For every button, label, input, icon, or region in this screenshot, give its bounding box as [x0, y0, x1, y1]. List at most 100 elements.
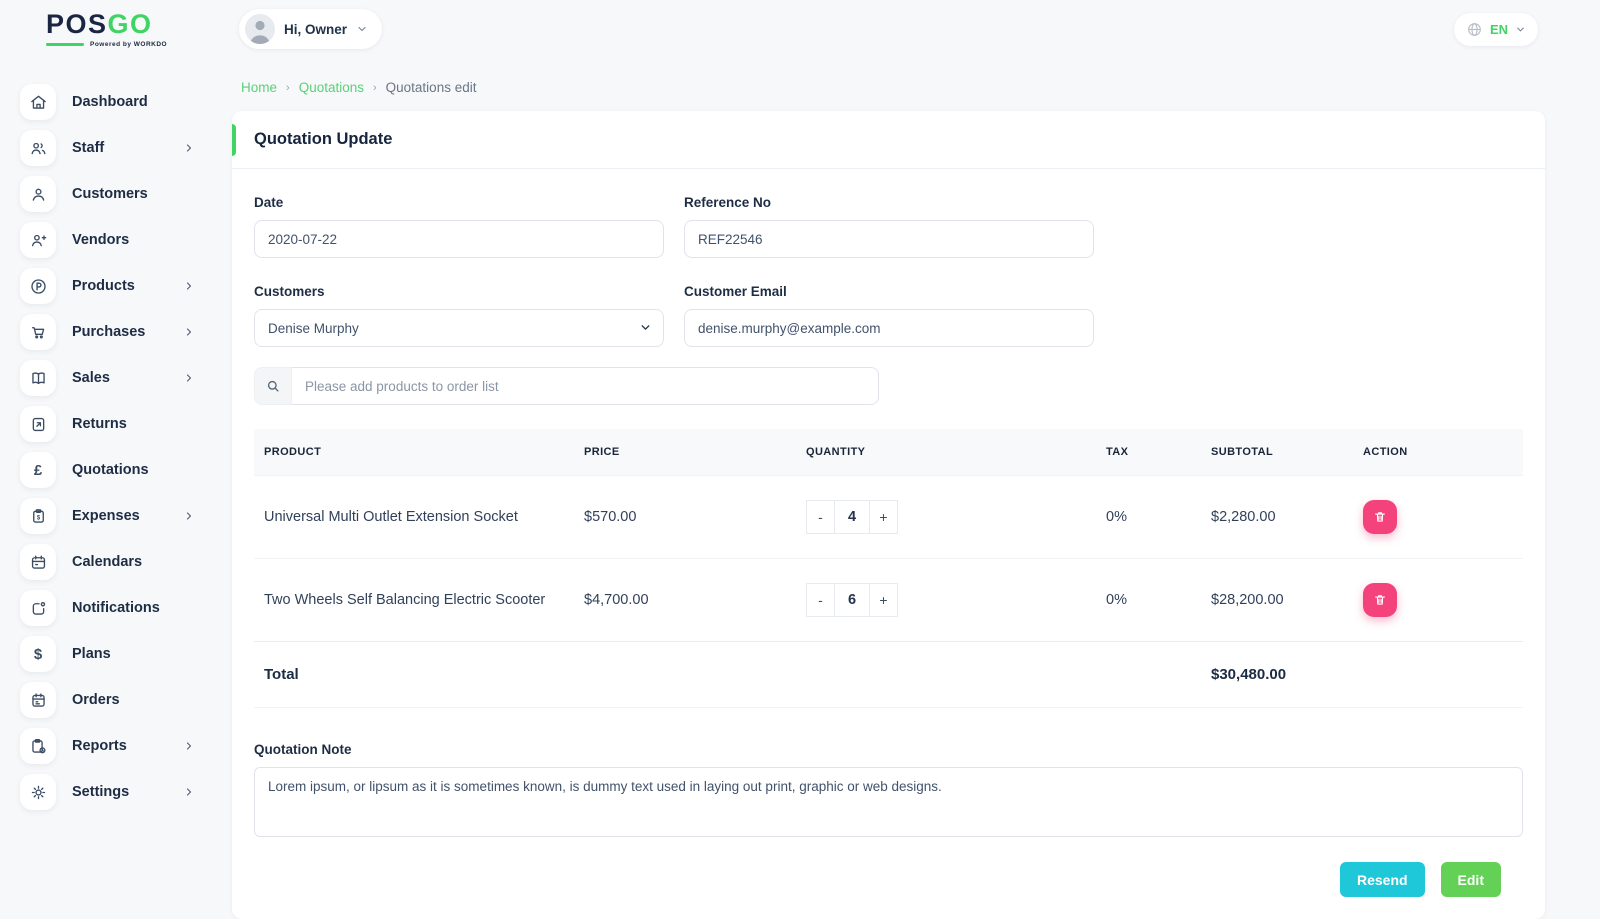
breadcrumb-quotations-link[interactable]: Quotations [299, 80, 364, 95]
quotation-note-textarea[interactable]: Lorem ipsum, or lipsum as it is sometime… [254, 767, 1523, 837]
chevron-down-icon [639, 321, 652, 334]
sidebar-item-quotations[interactable]: £ Quotations [20, 452, 195, 488]
sidebar-item-purchases[interactable]: Purchases [20, 314, 195, 350]
table-row: Two Wheels Self Balancing Electric Scoot… [254, 559, 1523, 642]
sidebar-item-returns[interactable]: Returns [20, 406, 195, 442]
quantity-stepper: - 4 + [806, 500, 898, 534]
sidebar-item-notifications[interactable]: Notifications [20, 590, 195, 626]
svg-text:$: $ [36, 515, 40, 521]
staff-icon [20, 130, 56, 166]
quantity-value[interactable]: 6 [834, 583, 870, 617]
customer-icon [20, 176, 56, 212]
brand-logo[interactable]: POSGO Powered by WORKDO [0, 11, 215, 48]
quotation-form: Date Reference No Customers Denise Murph… [254, 195, 1523, 347]
product-search [254, 367, 879, 405]
email-field-group: Customer Email [684, 284, 1094, 347]
sidebar-item-label: Settings [72, 784, 129, 800]
search-icon [254, 367, 292, 405]
purchases-icon [20, 314, 56, 350]
sidebar-item-customers[interactable]: Customers [20, 176, 195, 212]
sidebar-item-orders[interactable]: Orders [20, 682, 195, 718]
reports-icon [20, 728, 56, 764]
sidebar-item-label: Plans [72, 646, 111, 662]
sidebar-item-label: Reports [72, 738, 127, 754]
quotation-note-section: Quotation Note Lorem ipsum, or lipsum as… [254, 742, 1523, 842]
sidebar-item-vendors[interactable]: Vendors [20, 222, 195, 258]
form-actions: Resend Edit [254, 842, 1523, 897]
quantity-value[interactable]: 4 [834, 500, 870, 534]
breadcrumb-current: Quotations edit [386, 80, 477, 95]
product-icon [20, 268, 56, 304]
quantity-increase-button[interactable]: + [869, 583, 898, 617]
main-content: Home › Quotations › Quotations edit Quot… [215, 58, 1600, 900]
sidebar-item-label: Calendars [72, 554, 142, 570]
sidebar-item-reports[interactable]: Reports [20, 728, 195, 764]
breadcrumb: Home › Quotations › Quotations edit [232, 80, 1545, 95]
returns-icon [20, 406, 56, 442]
quantity-stepper: - 6 + [806, 583, 898, 617]
sidebar-item-label: Products [72, 278, 135, 294]
brand-underline [46, 43, 84, 46]
chevron-right-icon [183, 740, 195, 752]
sidebar-item-label: Vendors [72, 232, 129, 248]
tax-cell: 0% [1096, 476, 1201, 559]
subtotal-cell: $2,280.00 [1201, 476, 1353, 559]
col-header-action: Action [1353, 429, 1523, 476]
quantity-decrease-button[interactable]: - [806, 500, 835, 534]
quotation-note-label: Quotation Note [254, 742, 1523, 757]
sidebar-item-settings[interactable]: Settings [20, 774, 195, 810]
chevron-right-icon [183, 372, 195, 384]
language-selector[interactable]: EN [1454, 13, 1538, 46]
sidebar-item-label: Quotations [72, 462, 149, 478]
chevron-down-icon [356, 23, 368, 35]
delete-row-button[interactable] [1363, 500, 1397, 534]
chevron-down-icon [1515, 24, 1526, 35]
col-header-subtotal: Subtotal [1201, 429, 1353, 476]
gear-icon [20, 774, 56, 810]
user-menu[interactable]: Hi, Owner [239, 9, 382, 49]
delete-row-button[interactable] [1363, 583, 1397, 617]
date-field-group: Date [254, 195, 664, 258]
price-cell: $570.00 [574, 476, 796, 559]
dollar-glyph: $ [34, 647, 42, 662]
tax-cell: 0% [1096, 559, 1201, 642]
customers-select[interactable]: Denise Murphy [254, 309, 664, 347]
language-label: EN [1490, 22, 1508, 37]
sidebar-item-products[interactable]: Products [20, 268, 195, 304]
card-header: Quotation Update [232, 111, 1545, 169]
plans-icon: $ [20, 636, 56, 672]
greeting-label: Hi, Owner [284, 22, 347, 37]
sidebar-item-calendars[interactable]: Calendars [20, 544, 195, 580]
edit-button[interactable]: Edit [1441, 862, 1501, 897]
product-search-input[interactable] [292, 367, 879, 405]
col-header-quantity: Quantity [796, 429, 1096, 476]
calendar-icon [20, 544, 56, 580]
col-header-price: Price [574, 429, 796, 476]
reference-input[interactable] [684, 220, 1094, 258]
date-input[interactable] [254, 220, 664, 258]
sidebar-item-label: Orders [72, 692, 120, 708]
breadcrumb-separator: › [373, 82, 377, 94]
date-label: Date [254, 195, 664, 210]
chevron-right-icon [183, 786, 195, 798]
quantity-decrease-button[interactable]: - [806, 583, 835, 617]
sidebar-item-label: Sales [72, 370, 110, 386]
sidebar-item-staff[interactable]: Staff [20, 130, 195, 166]
notifications-icon [20, 590, 56, 626]
sidebar-item-expenses[interactable]: $ Expenses [20, 498, 195, 534]
customer-email-input[interactable] [684, 309, 1094, 347]
avatar-silhouette [245, 14, 275, 44]
total-value: $30,480.00 [1201, 642, 1353, 708]
breadcrumb-home-link[interactable]: Home [241, 80, 277, 95]
home-icon [20, 84, 56, 120]
orders-icon [20, 682, 56, 718]
customers-field-group: Customers Denise Murphy [254, 284, 664, 347]
sidebar-item-label: Notifications [72, 600, 160, 616]
sidebar-item-plans[interactable]: $ Plans [20, 636, 195, 672]
quantity-increase-button[interactable]: + [869, 500, 898, 534]
brand-tagline: Powered by WORKDO [90, 41, 167, 48]
sidebar-item-sales[interactable]: Sales [20, 360, 195, 396]
customers-label: Customers [254, 284, 664, 299]
resend-button[interactable]: Resend [1340, 862, 1425, 897]
sidebar-item-dashboard[interactable]: Dashboard [20, 84, 195, 120]
